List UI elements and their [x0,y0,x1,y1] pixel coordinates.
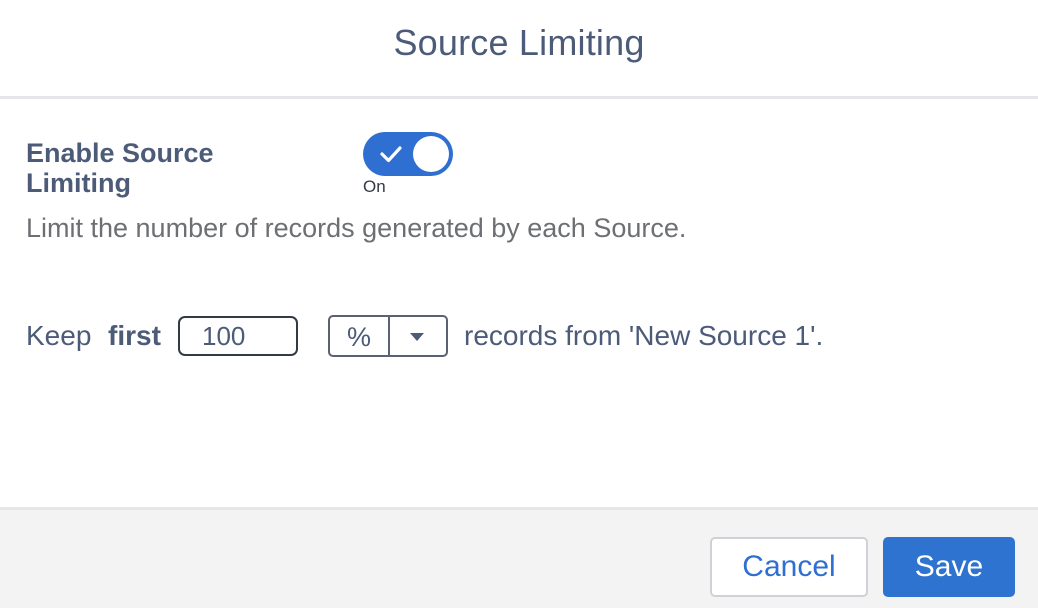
limit-rule-row: Keep first % records from 'New Source 1'… [26,315,1026,357]
chevron-down-icon [410,333,424,341]
dialog-footer: Cancel Save [0,507,1038,608]
source-limiting-description: Limit the number of records generated by… [26,213,687,243]
save-button[interactable]: Save [883,537,1015,597]
unit-selected-value: % [346,322,371,352]
toggle-knob [413,136,449,172]
source-limiting-dialog: Source Limiting Enable Source Limiting O… [0,0,1038,608]
enable-source-limiting-label: Enable Source Limiting [26,138,214,198]
dialog-body: Enable Source Limiting On Limit the numb… [0,99,1038,507]
record-count-input[interactable] [178,316,298,356]
unit-select-divider [388,317,390,355]
dialog-header: Source Limiting [0,0,1038,99]
toggle-state-label: On [363,177,386,196]
keep-label: Keep [26,320,92,351]
checkmark-icon [380,146,402,163]
dialog-title: Source Limiting [393,22,645,63]
records-suffix-label: records from 'New Source 1'. [464,320,824,351]
cancel-button[interactable]: Cancel [710,537,868,597]
enable-source-limiting-toggle[interactable] [363,132,453,176]
mode-label: first [108,320,161,351]
unit-select[interactable]: % [328,315,448,357]
